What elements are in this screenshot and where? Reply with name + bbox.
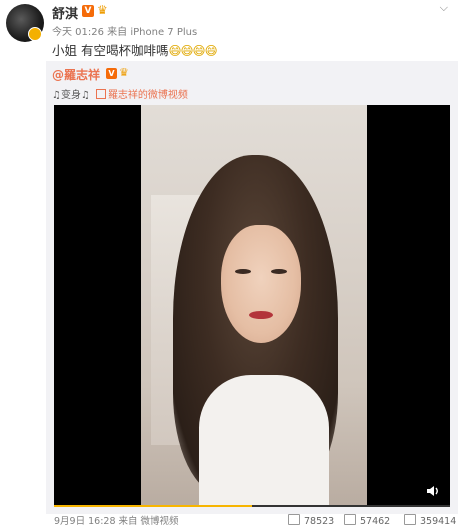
like-icon xyxy=(404,514,416,525)
repost-verified-badge-icon: V xyxy=(106,68,117,79)
verified-badge-icon: V xyxy=(82,5,94,17)
face xyxy=(221,225,301,343)
video-progress-track[interactable] xyxy=(54,505,450,507)
repost-count[interactable]: 78523 xyxy=(288,513,334,527)
repost-meta: 9月9日 16:28 来自 微博视频 xyxy=(54,516,179,527)
repost-box: @羅志祥 V ♛ ♫变身♫ 羅志祥的微博视频 xyxy=(46,61,458,514)
left-eye xyxy=(235,269,251,274)
chevron-down-icon[interactable]: ⌵ xyxy=(440,1,448,15)
smile-emoji-icons: 😄😄😄😄 xyxy=(168,43,217,58)
like-count-value: 359414 xyxy=(420,516,457,527)
repost-icon xyxy=(288,514,300,525)
post-text: 小姐 有空喝杯咖啡嗎😄😄😄😄 xyxy=(52,40,218,59)
white-shirt xyxy=(199,375,329,507)
comment-count[interactable]: 57462 xyxy=(344,513,390,527)
crown-icon: ♛ xyxy=(97,3,108,17)
repost-text-prefix: ♫变身♫ xyxy=(52,90,90,101)
like-count[interactable]: 359414 xyxy=(404,513,456,527)
video-link-icon xyxy=(95,89,106,99)
video-player[interactable] xyxy=(54,105,450,507)
comment-count-value: 57462 xyxy=(360,516,391,527)
video-frame xyxy=(141,105,367,507)
speaker-icon[interactable] xyxy=(426,485,440,497)
repost-crown-icon: ♛ xyxy=(119,66,129,79)
repost-text: ♫变身♫ 羅志祥的微博视频 xyxy=(52,86,188,101)
repost-author[interactable]: @羅志祥 xyxy=(52,66,100,83)
weibo-post: 舒淇 V ♛ ⌵ 今天 01:26 来自 iPhone 7 Plus 小姐 有空… xyxy=(0,0,458,527)
post-author[interactable]: 舒淇 xyxy=(52,3,78,22)
lips xyxy=(249,311,273,319)
right-eye xyxy=(271,269,287,274)
avatar[interactable] xyxy=(6,4,44,42)
comment-icon xyxy=(344,514,356,525)
video-link[interactable]: 羅志祥的微博视频 xyxy=(108,90,188,101)
post-meta: 今天 01:26 来自 iPhone 7 Plus xyxy=(52,27,198,38)
repost-count-value: 78523 xyxy=(304,516,335,527)
video-progress-fill xyxy=(54,505,252,507)
post-body: 小姐 有空喝杯咖啡嗎 xyxy=(52,43,169,58)
